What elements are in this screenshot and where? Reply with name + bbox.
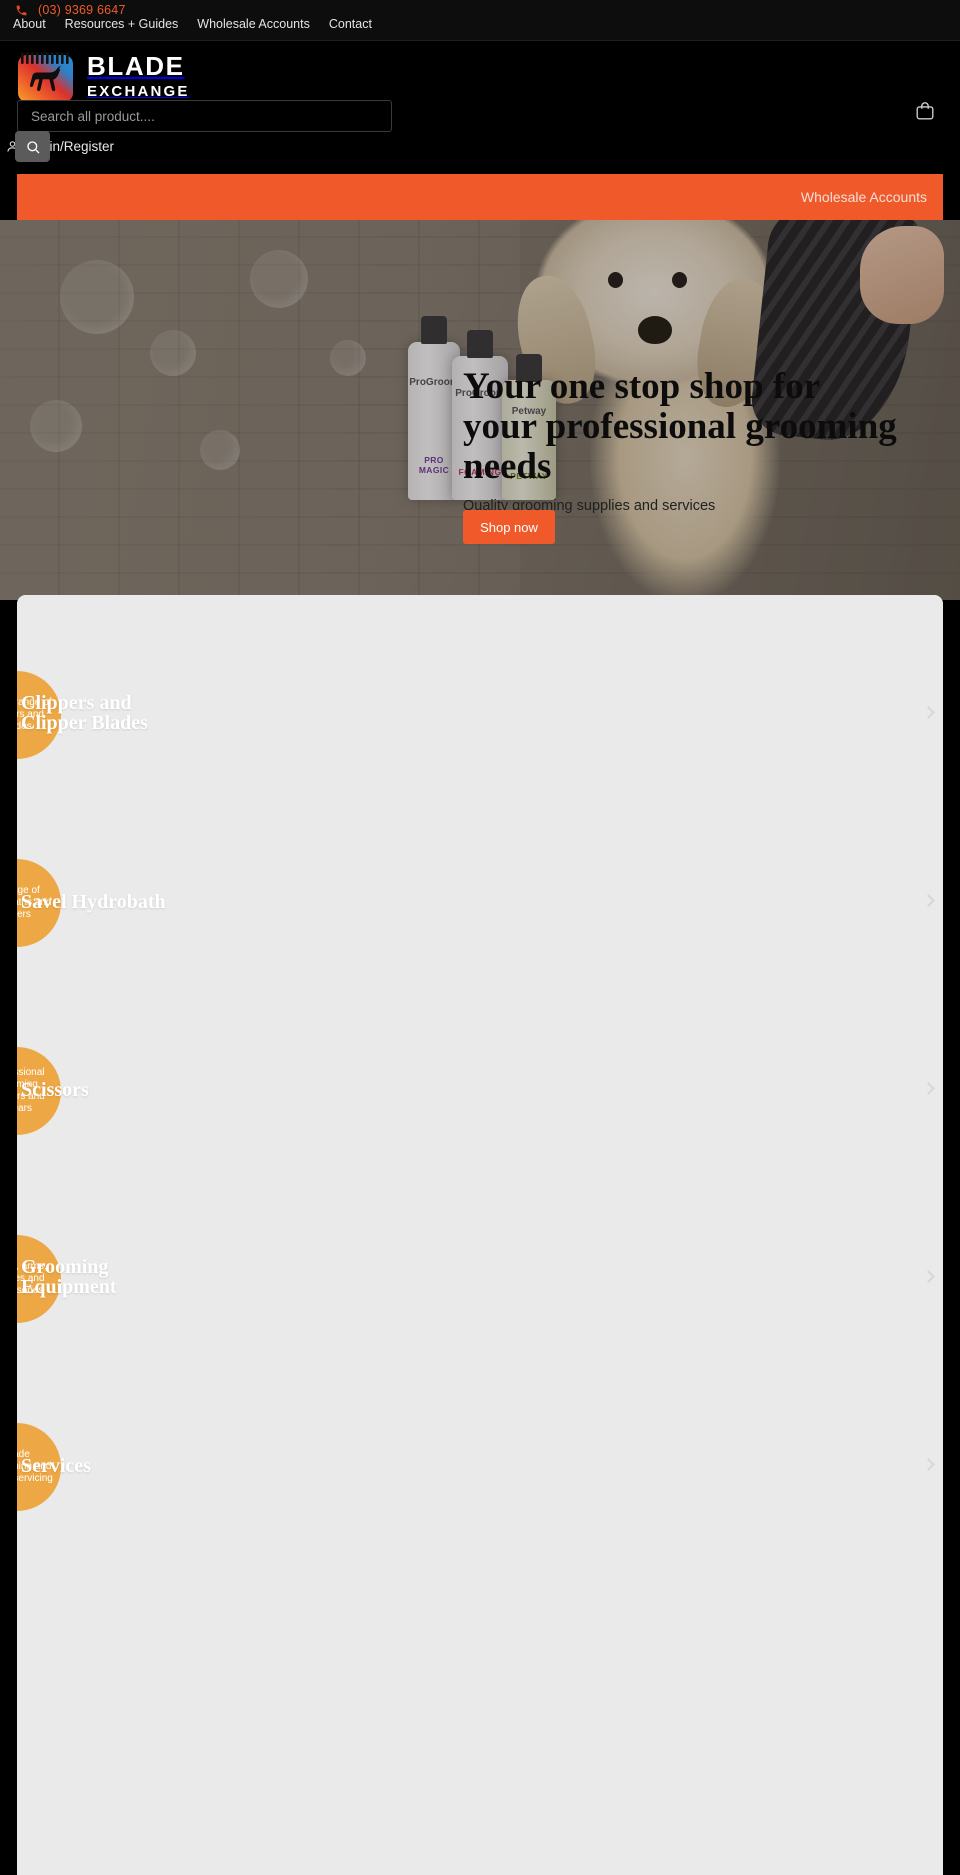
hero-section: ProGroom PRO MAGIC ProGroom FOAMING Petw… <box>0 220 960 600</box>
site-header: BLADE EXCHANGE Login/Register <box>0 41 960 174</box>
phone-block: (03) 9369 6647 <box>15 3 126 17</box>
category-label-equipment: Grooming Equipment <box>21 1256 117 1298</box>
search-box[interactable] <box>17 100 392 132</box>
announcement-bar: Wholesale Accounts <box>17 174 943 220</box>
announcement-wholesale-link[interactable]: Wholesale Accounts <box>801 189 927 205</box>
category-label-hydrobath: Savel Hydrobath <box>21 891 166 913</box>
chevron-right-icon <box>922 706 935 719</box>
search-icon <box>25 139 41 155</box>
hero-copy: Your one stop shop for your professional… <box>463 367 960 515</box>
category-list: A range of pet grooming shampoos and con… <box>17 595 943 1875</box>
category-item-services[interactable]: Blade sharpening and clipper servicing S… <box>17 1423 943 1611</box>
chevron-right-icon <box>922 1458 935 1471</box>
chevron-right-icon <box>922 1270 935 1283</box>
utility-nav: About Resources + Guides Wholesale Accou… <box>13 17 372 31</box>
chevron-right-icon <box>922 894 935 907</box>
category-item-hydrobath[interactable]: A range of hydrobaths and dryers Savel H… <box>17 859 943 1047</box>
phone-icon <box>15 4 28 17</box>
page-root: (03) 9369 6647 About Resources + Guides … <box>0 0 960 1875</box>
phone-number[interactable]: (03) 9369 6647 <box>38 3 126 17</box>
util-nav-wholesale[interactable]: Wholesale Accounts <box>197 17 310 31</box>
blade-exchange-logo-icon <box>17 47 74 104</box>
util-nav-contact[interactable]: Contact <box>329 17 372 31</box>
cart-button[interactable] <box>914 99 938 123</box>
logo-line-1: BLADE <box>87 50 185 81</box>
search-submit-button[interactable] <box>15 131 50 162</box>
site-logo[interactable]: BLADE EXCHANGE <box>17 47 190 104</box>
utility-bar: (03) 9369 6647 About Resources + Guides … <box>0 0 960 41</box>
category-item-scissors[interactable]: Professional grooming scissors and shear… <box>17 1047 943 1235</box>
hero-cta-button[interactable]: Shop now <box>463 510 555 544</box>
logo-line-2: EXCHANGE <box>87 82 190 100</box>
shopping-bag-icon <box>914 100 938 122</box>
logo-wordmark: BLADE EXCHANGE <box>87 53 190 99</box>
category-item-equipment[interactable]: Tables, arms, brushes and accessories Gr… <box>17 1235 943 1423</box>
category-label-services: Services <box>21 1455 91 1477</box>
search-input[interactable] <box>18 101 391 131</box>
category-label-scissors: Scissors <box>21 1079 89 1101</box>
category-panel: A range of pet grooming shampoos and con… <box>17 595 943 1875</box>
chevron-right-icon <box>922 1082 935 1095</box>
hero-title-line-3: needs <box>463 446 552 487</box>
category-label-clippers: Clippers and Clipper Blades <box>21 692 148 734</box>
hero-title-line-1: Your one stop shop for <box>463 366 821 407</box>
hero-title-line-2: your professional grooming <box>463 406 897 447</box>
util-nav-about[interactable]: About <box>13 17 46 31</box>
category-item-clippers[interactable]: A wide range of clippers and blades Clip… <box>17 671 943 859</box>
hero-title: Your one stop shop for your professional… <box>463 367 960 487</box>
util-nav-resources[interactable]: Resources + Guides <box>65 17 179 31</box>
